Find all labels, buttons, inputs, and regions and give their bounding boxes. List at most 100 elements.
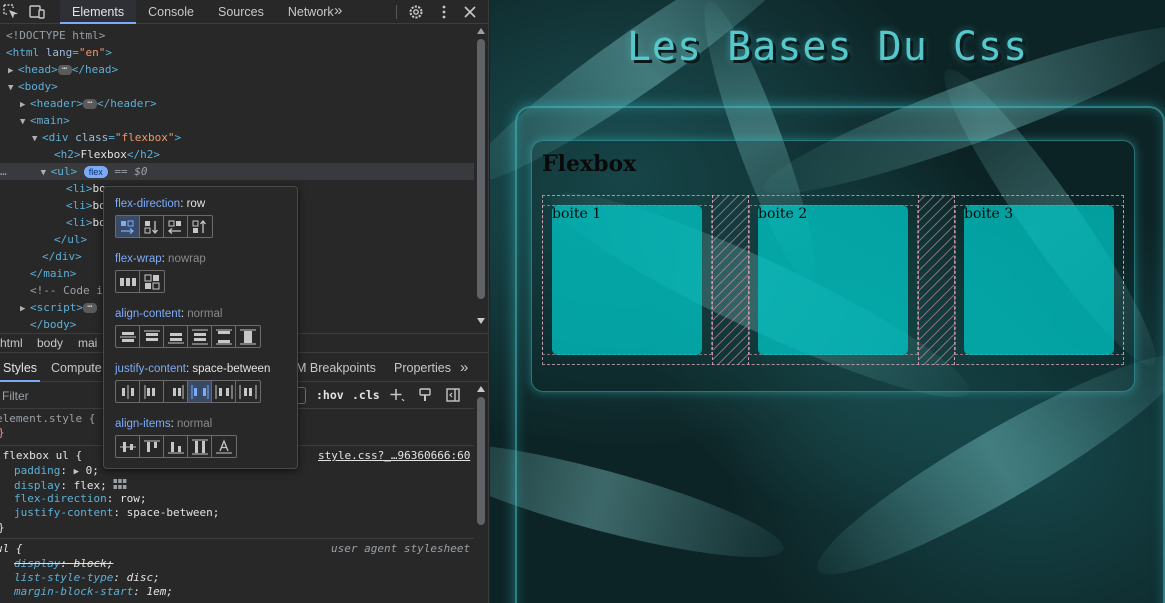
page-preview: Les Bases Du Css Flexbox boite 1 boite 2… (490, 0, 1165, 603)
flex-gap-overlay (918, 195, 955, 365)
add-rule-icon[interactable] (389, 387, 405, 406)
expand-shorthand-icon[interactable]: ▶ (74, 467, 79, 477)
html-lang-value: "en" (78, 46, 106, 59)
hover-state-button[interactable]: :hov (316, 388, 344, 402)
settings-gear-icon[interactable] (407, 3, 425, 21)
flex-gap-overlay (712, 195, 749, 365)
element-style-close: } (0, 426, 5, 440)
breadcrumb-item-html[interactable]: html (0, 334, 23, 353)
tree-node-html[interactable]: <html lang="en"> (0, 44, 474, 61)
scroll-up-icon[interactable] (477, 386, 485, 392)
flex-badge-button[interactable]: flex (83, 166, 108, 178)
filter-input-edge (298, 387, 306, 404)
tree-node-body[interactable]: ▼ <body> (0, 78, 474, 95)
devtools-panel: Elements Console Sources Network » <!DOC… (0, 0, 489, 603)
justify-content-space-around-button[interactable] (212, 381, 236, 402)
tab-properties[interactable]: Properties (394, 354, 451, 382)
align-items-baseline-button[interactable] (212, 436, 236, 457)
scrollbar-thumb[interactable] (477, 397, 485, 525)
align-content-space-between-button[interactable] (212, 326, 236, 347)
tab-console[interactable]: Console (136, 0, 206, 24)
paint-brush-icon[interactable] (417, 387, 433, 406)
tree-node-main[interactable]: ▼ <main> (0, 112, 474, 129)
align-items-flex-start-button[interactable] (140, 436, 164, 457)
flexbox-ul-selector[interactable]: .flexbox ul { (0, 449, 82, 463)
element-style-selector[interactable]: element.style { (0, 412, 95, 426)
close-devtools-icon[interactable] (461, 3, 479, 21)
scroll-up-icon[interactable] (477, 28, 485, 34)
justify-content-buttons (115, 380, 261, 403)
header-close-tag: header (110, 97, 150, 110)
tree-node-head[interactable]: ▶ <head> ⋯ </head> (0, 61, 474, 78)
collapsed-ellipsis-icon[interactable]: ⋯ (83, 99, 97, 109)
stylesheet-source-link[interactable]: style.css?_…96360666:60 (318, 449, 470, 463)
justify-content-flex-start-button[interactable] (140, 381, 164, 402)
align-content-space-around-button[interactable] (188, 326, 212, 347)
elements-scrollbar[interactable] (474, 25, 488, 330)
collapsed-ellipsis-icon[interactable]: ⋯ (83, 303, 97, 313)
head-close-tag: head (85, 63, 112, 76)
toolbar-divider (396, 5, 397, 19)
class-toggle-button[interactable]: .cls (352, 388, 380, 402)
tree-node-ul-selected[interactable]: … ▼ <ul> flex == $0 (0, 163, 474, 180)
breadcrumb-item-body[interactable]: body (37, 334, 63, 353)
ul-close-tag: ul (67, 233, 81, 246)
decl-justify-content[interactable]: justify-content: space-between; (14, 506, 219, 520)
ua-decl-display[interactable]: display: block; (14, 557, 113, 571)
align-content-buttons (115, 325, 261, 348)
flex-direction-column-reverse-button[interactable] (188, 216, 212, 237)
tab-styles[interactable]: Styles (0, 354, 41, 382)
tree-node-div-flexbox[interactable]: ▼ <div class="flexbox"> (0, 129, 474, 146)
justify-content-space-between-button[interactable] (188, 381, 212, 402)
decl-display[interactable]: display: flex; (14, 478, 127, 492)
ua-decl-margin-block-start[interactable]: margin-block-start: 1em; (14, 585, 173, 599)
decl-flex-direction[interactable]: flex-direction: row; (14, 492, 146, 506)
more-tabs-button[interactable]: » (334, 0, 342, 24)
styles-scrollbar[interactable] (474, 383, 488, 603)
flex-wrap-nowrap-button[interactable] (116, 271, 140, 292)
tab-elements[interactable]: Elements (60, 0, 137, 24)
align-items-label: align-items: normal (115, 418, 213, 430)
scrollbar-thumb[interactable] (477, 39, 485, 299)
breadcrumb-item-main[interactable]: mai (78, 334, 97, 353)
body-tag: body (24, 80, 52, 93)
tree-node-doctype[interactable]: <!DOCTYPE html> (0, 27, 474, 44)
tab-computed[interactable]: Compute (51, 354, 102, 382)
scroll-down-icon[interactable] (477, 318, 485, 324)
flexbox-editor-popup: flex-direction: row flex-wrap: nowrap al… (103, 186, 298, 469)
align-content-stretch-button[interactable] (236, 326, 260, 347)
flex-wrap-wrap-button[interactable] (140, 271, 164, 292)
align-items-center-button[interactable] (116, 436, 140, 457)
decl-padding[interactable]: padding: ▶ 0; (14, 464, 99, 478)
flex-direction-column-button[interactable] (140, 216, 164, 237)
justify-content-flex-end-button[interactable] (164, 381, 188, 402)
kebab-menu-icon[interactable] (435, 3, 453, 21)
flex-direction-row-reverse-button[interactable] (164, 216, 188, 237)
align-content-center-button[interactable] (116, 326, 140, 347)
body-close-text: </body> (30, 318, 77, 330)
toggle-sidebar-icon[interactable] (445, 387, 461, 406)
device-toolbar-icon[interactable] (28, 3, 46, 21)
justify-content-space-evenly-button[interactable] (236, 381, 260, 402)
ua-ul-selector[interactable]: ul { (0, 542, 23, 556)
collapsed-ellipsis-icon[interactable]: ⋯ (57, 65, 72, 75)
flex-direction-row-button[interactable] (116, 216, 140, 237)
flex-item-box-3: boite 3 (964, 205, 1114, 355)
justify-content-label: justify-content: space-between (115, 363, 271, 375)
align-items-flex-end-button[interactable] (164, 436, 188, 457)
justify-content-center-button[interactable] (116, 381, 140, 402)
filter-input[interactable]: Filter (2, 389, 29, 403)
align-content-flex-end-button[interactable] (164, 326, 188, 347)
more-subtabs-button[interactable]: » (460, 354, 468, 382)
tab-sources[interactable]: Sources (206, 0, 276, 24)
box-label: boite 3 (964, 206, 1014, 222)
ua-decl-list-style[interactable]: list-style-type: disc; (14, 571, 160, 585)
rule-divider (0, 538, 474, 539)
tree-node-h2[interactable]: <h2>Flexbox</h2> (0, 146, 474, 163)
align-items-stretch-button[interactable] (188, 436, 212, 457)
tab-dom-breakpoints[interactable]: M Breakpoints (296, 354, 376, 382)
flex-direction-label: flex-direction: row (115, 198, 206, 210)
tree-node-header[interactable]: ▶ <header> ⋯ </header> (0, 95, 474, 112)
align-content-flex-start-button[interactable] (140, 326, 164, 347)
inspect-element-icon[interactable] (2, 3, 20, 21)
